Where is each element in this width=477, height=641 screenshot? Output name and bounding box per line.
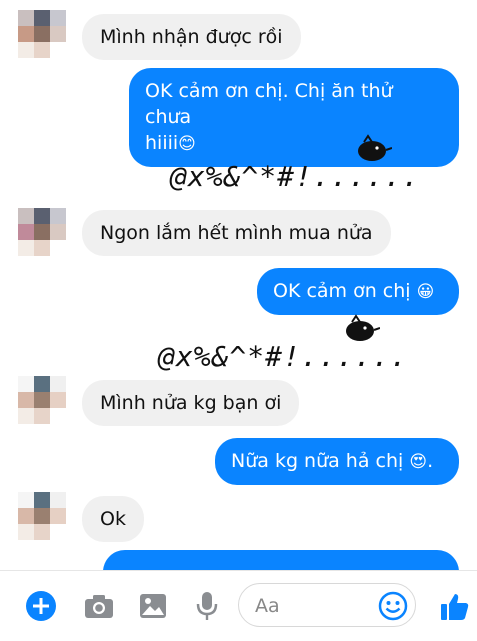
avatar[interactable] bbox=[18, 208, 66, 256]
grinning-face-emoji-icon: 😀 bbox=[416, 282, 435, 302]
message-text: Nữa kg nữa hả chị bbox=[231, 450, 404, 472]
outgoing-message[interactable]: OK cảm ơn chị 😀 bbox=[257, 268, 459, 315]
conversation-area: Mình nhận được rồi OK cảm ơn chị. Chị ăn… bbox=[0, 0, 477, 570]
outgoing-message-partial[interactable] bbox=[103, 550, 459, 570]
message-input-placeholder: Aa bbox=[255, 595, 280, 617]
message-text: hiiii bbox=[145, 132, 179, 154]
smiley-icon bbox=[378, 591, 408, 621]
avatar[interactable] bbox=[18, 376, 66, 424]
outgoing-message[interactable]: Nữa kg nữa hả chị 😍. bbox=[215, 438, 459, 485]
emoji-button[interactable] bbox=[376, 589, 410, 623]
like-button[interactable] bbox=[438, 589, 472, 623]
avatar[interactable] bbox=[18, 10, 66, 58]
censored-scribble: @x%&^*#!...... bbox=[158, 340, 409, 373]
message-text: Ngon lắm hết mình mua nửa bbox=[100, 222, 373, 244]
heart-eyes-emoji-icon: 😍 bbox=[409, 452, 428, 472]
avatar[interactable] bbox=[18, 492, 66, 540]
censored-scribble: @x%&^*#!...... bbox=[170, 160, 421, 193]
plus-circle-icon bbox=[26, 591, 56, 621]
thumbs-up-icon bbox=[441, 594, 469, 620]
incoming-message[interactable]: Ok bbox=[82, 496, 144, 542]
camera-icon bbox=[85, 595, 113, 618]
camera-button[interactable] bbox=[82, 589, 116, 623]
add-button[interactable] bbox=[24, 589, 58, 623]
image-icon bbox=[140, 594, 166, 618]
incoming-message[interactable]: Mình nửa kg bạn ơi bbox=[82, 380, 300, 426]
microphone-button[interactable] bbox=[190, 589, 224, 623]
message-text: Ok bbox=[100, 508, 126, 530]
message-text: Mình nhận được rồi bbox=[100, 26, 283, 48]
incoming-message[interactable]: Ngon lắm hết mình mua nửa bbox=[82, 210, 391, 256]
smiling-face-emoji-icon: 😊 bbox=[178, 134, 196, 154]
gallery-button[interactable] bbox=[136, 589, 170, 623]
incoming-message[interactable]: Mình nhận được rồi bbox=[82, 14, 301, 60]
message-text: OK cảm ơn chị bbox=[273, 280, 411, 302]
outgoing-message[interactable]: OK cảm ơn chị. Chị ăn thử chưa hiiii😊 bbox=[129, 68, 459, 167]
composer-bar: Aa bbox=[0, 570, 477, 641]
message-text: OK cảm ơn chị. Chị ăn thử chưa bbox=[145, 80, 393, 128]
message-text: Mình nửa kg bạn ơi bbox=[100, 392, 282, 414]
microphone-icon bbox=[196, 592, 218, 620]
